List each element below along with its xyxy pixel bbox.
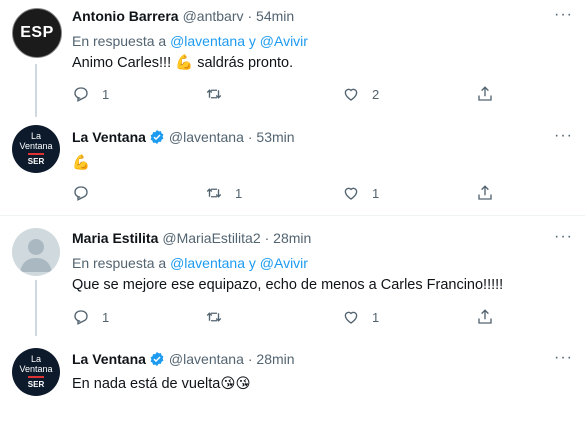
tweet-header: La Ventana @laventana · 53min xyxy=(72,129,295,145)
avatar-text-line2: Ventana xyxy=(19,364,53,374)
reply-icon xyxy=(74,186,88,201)
avatar-text-line3: SER xyxy=(27,380,45,389)
reply-count: 1 xyxy=(102,86,110,102)
tweet-header: Maria Estilita @MariaEstilita2 · 28min xyxy=(72,230,311,246)
avatar-text-line2: Ventana xyxy=(19,141,53,151)
retweet-button[interactable] xyxy=(205,85,235,103)
author-name[interactable]: La Ventana xyxy=(72,351,146,367)
timestamp[interactable]: · 28min xyxy=(248,351,295,367)
avatar[interactable]: La Ventana SER xyxy=(12,348,60,396)
author-name[interactable]: Antonio Barrera xyxy=(72,8,179,24)
heart-icon xyxy=(344,88,358,101)
author-handle[interactable]: @laventana xyxy=(169,351,244,367)
reply-targets[interactable]: @laventana y @Avivir xyxy=(170,255,308,271)
share-button[interactable] xyxy=(476,184,494,202)
verified-badge-icon xyxy=(150,352,164,366)
reply-icon xyxy=(74,310,88,325)
tweet-4[interactable]: La Ventana SER La Ventana @laventana · 2… xyxy=(0,336,585,432)
thread-line xyxy=(35,64,37,117)
retweet-count: 1 xyxy=(235,185,243,201)
avatar[interactable]: La Ventana SER xyxy=(12,125,60,173)
tweet-text: 💪 xyxy=(72,155,91,171)
tweet-text: Animo Carles!!! 💪 saldrás pronto. xyxy=(72,55,294,71)
reply-prefix: En respuesta a xyxy=(72,255,167,271)
avatar-text-line3: SER xyxy=(27,157,45,166)
reply-context: En respuesta a @laventana y @Avivir xyxy=(72,33,308,49)
reply-targets[interactable]: @laventana y @Avivir xyxy=(170,33,308,49)
tweet-3[interactable]: Maria Estilita @MariaEstilita2 · 28min ·… xyxy=(0,216,585,336)
like-count: 1 xyxy=(372,309,380,325)
timestamp[interactable]: · 54min xyxy=(248,8,295,24)
author-name[interactable]: Maria Estilita xyxy=(72,230,158,246)
default-profile-icon xyxy=(20,239,52,272)
avatar-text-line1: La xyxy=(30,131,41,141)
like-button[interactable]: 1 xyxy=(342,308,379,326)
avatar-divider xyxy=(28,376,44,378)
tweet-header: Antonio Barrera @antbarv · 54min xyxy=(72,8,294,24)
avatar-divider xyxy=(28,153,44,155)
reply-button[interactable] xyxy=(72,184,102,202)
author-handle[interactable]: @laventana xyxy=(169,129,244,145)
more-icon[interactable]: ··· xyxy=(554,349,573,367)
retweet-button[interactable] xyxy=(205,308,235,326)
more-icon[interactable]: ··· xyxy=(554,127,573,145)
action-bar: 1 1 xyxy=(72,184,502,204)
tweet-1[interactable]: ESP Antonio Barrera @antbarv · 54min ···… xyxy=(0,0,585,117)
tweet-text: Que se mejore ese equipazo, echo de meno… xyxy=(72,277,504,293)
action-bar: 1 2 xyxy=(72,85,502,105)
heart-icon xyxy=(344,187,358,200)
like-button[interactable]: 2 xyxy=(342,85,379,103)
retweet-icon xyxy=(206,312,222,322)
share-icon xyxy=(478,86,492,101)
reply-prefix: En respuesta a xyxy=(72,33,167,49)
thread-line xyxy=(35,280,37,336)
reply-count: 1 xyxy=(102,309,110,325)
tweet-header: La Ventana @laventana · 28min xyxy=(72,351,295,367)
more-icon[interactable]: ··· xyxy=(554,228,573,246)
author-name[interactable]: La Ventana xyxy=(72,129,146,145)
tweet-text: En nada está de vuelta😘😘 xyxy=(72,376,251,392)
timestamp[interactable]: · 53min xyxy=(248,129,295,145)
reply-button[interactable]: 1 xyxy=(72,308,109,326)
retweet-button[interactable]: 1 xyxy=(205,184,242,202)
more-icon[interactable]: ··· xyxy=(554,6,573,24)
avatar[interactable]: ESP xyxy=(12,8,62,58)
timestamp[interactable]: · 28min xyxy=(265,230,312,246)
avatar-text-line1: La xyxy=(30,354,41,364)
retweet-icon xyxy=(206,89,222,99)
share-button[interactable] xyxy=(476,308,494,326)
reply-context: En respuesta a @laventana y @Avivir xyxy=(72,255,308,271)
retweet-icon xyxy=(206,188,222,198)
like-count: 2 xyxy=(372,86,380,102)
like-count: 1 xyxy=(372,185,380,201)
like-button[interactable]: 1 xyxy=(342,184,379,202)
avatar-text: ESP xyxy=(20,24,54,41)
verified-badge-icon xyxy=(150,130,164,144)
share-icon xyxy=(478,185,492,200)
reply-icon xyxy=(74,87,88,102)
tweet-2[interactable]: La Ventana SER La Ventana @laventana · 5… xyxy=(0,117,585,213)
author-handle[interactable]: @MariaEstilita2 xyxy=(162,230,260,246)
share-icon xyxy=(478,309,492,324)
heart-icon xyxy=(344,311,358,324)
reply-button[interactable]: 1 xyxy=(72,85,109,103)
action-bar: 1 1 xyxy=(72,308,502,328)
author-handle[interactable]: @antbarv xyxy=(183,8,244,24)
share-button[interactable] xyxy=(476,85,494,103)
avatar[interactable] xyxy=(12,228,60,276)
